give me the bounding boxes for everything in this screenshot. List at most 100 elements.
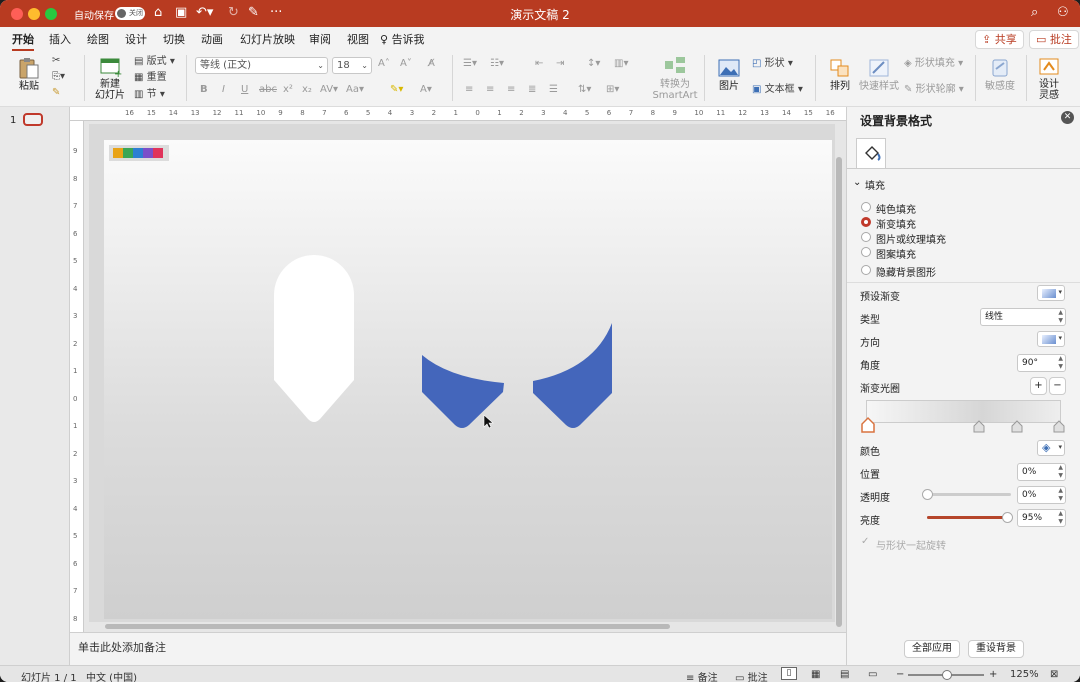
columns-icon[interactable]: ▥▾ [614,58,628,70]
align-left-icon[interactable]: ≡ [465,84,473,96]
italic-icon[interactable]: I [222,84,225,96]
shape-fill-button[interactable]: ◈ 形状填充 ▾ [904,58,963,70]
tab-view[interactable]: 视图 [347,31,369,47]
close-panel-icon[interactable]: ✕ [1061,111,1074,124]
stepper-icon[interactable]: ▲ ▼ [1058,510,1063,526]
share-button[interactable]: ⇪ 共享 [975,30,1024,49]
convert-smartart-button[interactable]: 转换为 SmartArt [650,55,700,101]
fit-to-window-icon[interactable]: ⊠ [1050,669,1058,680]
tab-draw[interactable]: 绘图 [87,31,109,47]
tab-insert[interactable]: 插入 [49,31,71,47]
notes-toggle[interactable]: ≡ 备注 [686,669,718,682]
zoom-out-icon[interactable]: − [896,669,904,680]
format-painter-icon[interactable]: ✎ [52,87,60,99]
fill-section-header[interactable]: 填充 [865,177,885,192]
tab-transitions[interactable]: 切换 [163,31,185,47]
color-picker[interactable]: ◈ ▾ [1037,440,1065,456]
line-spacing-icon[interactable]: ↕▾ [587,58,600,70]
position-input[interactable]: 0% ▲ ▼ [1017,463,1066,481]
type-select[interactable]: 线性 ▲ ▼ [980,308,1066,326]
align-right-icon[interactable]: ≡ [507,84,515,96]
collapse-icon[interactable]: ⌄ [853,177,861,188]
clear-format-icon[interactable]: A̸ [428,58,435,70]
align-text-icon[interactable]: ⊞▾ [606,84,619,96]
notes-pane[interactable]: 单击此处添加备注 [70,632,846,665]
radio-picture-fill[interactable] [861,232,871,242]
slide-thumbnail[interactable] [23,113,43,126]
font-size-combo[interactable]: 18 ⌄ [332,57,372,74]
justify-icon[interactable]: ≣ [528,84,536,96]
shrink-font-icon[interactable]: A˅ [400,58,412,70]
stepper-icon[interactable]: ▲ ▼ [1058,355,1063,371]
gradient-stop[interactable] [1011,420,1023,433]
stepper-icon[interactable]: ▲ ▼ [1058,487,1063,503]
preset-gradient-picker[interactable]: ▾ [1037,285,1065,301]
reset-button[interactable]: ▦ 重置 [134,72,167,84]
textbox-button[interactable]: ▣ 文本框 ▾ [752,84,803,96]
hide-background-checkbox[interactable] [861,265,871,275]
transparency-slider[interactable] [922,489,1011,500]
horizontal-scrollbar[interactable] [105,624,670,629]
radio-gradient-fill[interactable] [861,217,871,227]
slide-sorter-icon[interactable]: ▦ [811,669,820,680]
radio-pattern-fill[interactable] [861,247,871,257]
cut-icon[interactable]: ✂ [52,55,60,67]
radio-solid-fill[interactable] [861,202,871,212]
slide[interactable] [104,140,832,619]
tab-slideshow[interactable]: 幻灯片放映 [240,31,295,47]
zoom-slider-thumb[interactable] [942,670,952,680]
white-rounded-shape[interactable] [274,255,354,422]
rotate-with-shape-checkbox[interactable]: ✓ [861,536,869,547]
brightness-input[interactable]: 95% ▲ ▼ [1017,509,1066,527]
gradient-stop-selected[interactable] [861,416,875,433]
grow-font-icon[interactable]: A˄ [378,58,390,70]
highlight-icon[interactable]: ✎▾ [390,84,403,96]
font-name-combo[interactable]: 等线 (正文) ⌄ [195,57,328,74]
gradient-stop[interactable] [1053,420,1065,433]
slideshow-icon[interactable]: ▭ [868,669,877,680]
bullets-icon[interactable]: ☰▾ [463,58,477,70]
account-icon[interactable]: ⚇ [1057,5,1069,21]
underline-icon[interactable]: U [241,84,248,96]
remove-stop-button[interactable]: − [1049,377,1066,395]
gradient-stop[interactable] [973,420,985,433]
zoom-slider[interactable] [908,670,984,680]
picture-button[interactable]: 图片 [711,57,747,92]
layout-button[interactable]: ▤ 版式 ▾ [134,56,175,68]
normal-view-icon[interactable]: ▯ [781,667,797,680]
section-button[interactable]: ▥ 节 ▾ [134,89,165,101]
fill-tab[interactable] [856,138,886,168]
bold-icon[interactable]: B [200,84,208,96]
sensitivity-button[interactable]: 敏感度 [982,57,1018,92]
copy-icon[interactable]: ⎘▾ [52,71,65,83]
reading-view-icon[interactable]: ▤ [840,669,849,680]
shape-button[interactable]: ◰ 形状 ▾ [752,58,793,70]
language-status[interactable]: 中文 (中国) [86,669,137,682]
transparency-input[interactable]: 0% ▲ ▼ [1017,486,1066,504]
transparency-slider-thumb[interactable] [922,489,933,500]
char-spacing-icon[interactable]: AV▾ [320,84,338,96]
apply-to-all-button[interactable]: 全部应用 [904,640,960,658]
numbering-icon[interactable]: ☷▾ [490,58,504,70]
reset-background-button[interactable]: 重设背景 [968,640,1024,658]
superscript-icon[interactable]: x² [283,84,293,96]
zoom-level[interactable]: 125% [1010,669,1039,680]
direction-picker[interactable]: ▾ [1037,331,1065,347]
strikethrough-icon[interactable]: abc [259,84,277,96]
distribute-icon[interactable]: ☰ [549,84,558,96]
change-case-icon[interactable]: Aa▾ [346,84,364,96]
stepper-icon[interactable]: ▲ ▼ [1058,464,1063,480]
zoom-in-icon[interactable]: + [989,669,997,680]
tab-review[interactable]: 审阅 [309,31,331,47]
blue-shape-right[interactable] [533,323,612,428]
subscript-icon[interactable]: x₂ [302,84,312,96]
tab-design[interactable]: 设计 [125,31,147,47]
comments-button[interactable]: ▭ 批注 [1029,30,1079,49]
quick-styles-button[interactable]: 快速样式 [858,57,900,92]
decrease-indent-icon[interactable]: ⇤ [535,58,543,70]
arrange-button[interactable]: 排列 [822,57,858,92]
vertical-scrollbar[interactable] [836,157,842,627]
tab-home[interactable]: 开始 [12,31,34,51]
paste-button[interactable]: 粘贴 [12,57,46,92]
comments-toggle[interactable]: ▭ 批注 [735,669,768,682]
